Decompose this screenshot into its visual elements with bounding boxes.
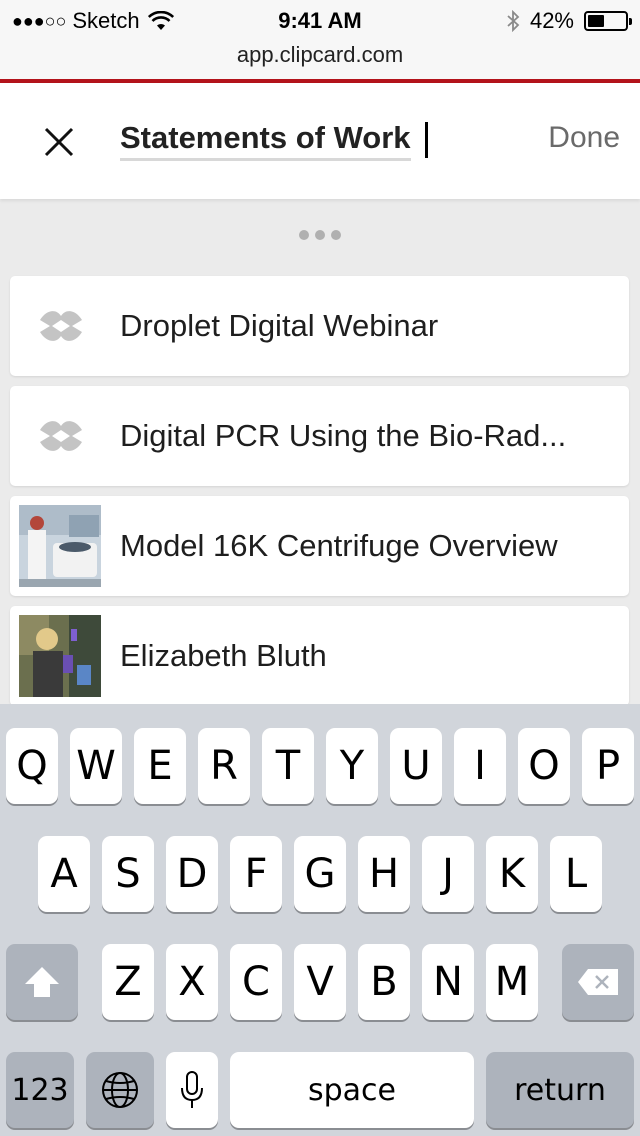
key-t[interactable]: T bbox=[262, 728, 314, 804]
list-item[interactable]: Model 16K Centrifuge Overview bbox=[10, 496, 629, 596]
key-e[interactable]: E bbox=[134, 728, 186, 804]
key-l[interactable]: L bbox=[550, 836, 602, 912]
key-q[interactable]: Q bbox=[6, 728, 58, 804]
list-item[interactable]: Digital PCR Using the Bio-Rad... bbox=[10, 386, 629, 486]
title-input-text: Statements of Work bbox=[120, 120, 411, 161]
status-bar: ●●●○○ Sketch 9:41 AM 42% app.clipcard.co… bbox=[0, 0, 640, 80]
numbers-key[interactable]: 123 bbox=[6, 1052, 74, 1128]
centrifuge-thumbnail bbox=[19, 505, 101, 587]
shift-icon bbox=[25, 967, 59, 997]
globe-key[interactable] bbox=[86, 1052, 154, 1128]
key-j[interactable]: J bbox=[422, 836, 474, 912]
key-k[interactable]: K bbox=[486, 836, 538, 912]
key-g[interactable]: G bbox=[294, 836, 346, 912]
key-y[interactable]: Y bbox=[326, 728, 378, 804]
onscreen-keyboard: Q W E R T Y U I O P A S D F G H J K L Z … bbox=[0, 704, 640, 1136]
key-h[interactable]: H bbox=[358, 836, 410, 912]
backspace-key[interactable] bbox=[562, 944, 634, 1020]
person-thumbnail bbox=[19, 615, 101, 697]
url-bar[interactable]: app.clipcard.com bbox=[0, 42, 640, 68]
key-i[interactable]: I bbox=[454, 728, 506, 804]
done-button[interactable]: Done bbox=[548, 121, 620, 155]
clipcard-logo-icon bbox=[40, 311, 82, 341]
battery-percentage: 42% bbox=[529, 8, 574, 33]
list-item[interactable]: Elizabeth Bluth bbox=[10, 606, 629, 706]
key-b[interactable]: B bbox=[358, 944, 410, 1020]
key-s[interactable]: S bbox=[102, 836, 154, 912]
key-z[interactable]: Z bbox=[102, 944, 154, 1020]
key-n[interactable]: N bbox=[422, 944, 474, 1020]
clipcard-logo-icon bbox=[40, 421, 82, 451]
dictation-key[interactable] bbox=[166, 1052, 218, 1128]
list-item-label: Digital PCR Using the Bio-Rad... bbox=[120, 418, 567, 453]
key-x[interactable]: X bbox=[166, 944, 218, 1020]
key-m[interactable]: M bbox=[486, 944, 538, 1020]
key-f[interactable]: F bbox=[230, 836, 282, 912]
title-input[interactable]: Statements of Work bbox=[120, 117, 428, 163]
key-v[interactable]: V bbox=[294, 944, 346, 1020]
search-header: Statements of Work Done bbox=[0, 83, 640, 199]
key-p[interactable]: P bbox=[582, 728, 634, 804]
bluetooth-icon bbox=[507, 10, 520, 32]
key-r[interactable]: R bbox=[198, 728, 250, 804]
backspace-icon bbox=[578, 969, 618, 995]
list-item-label: Model 16K Centrifuge Overview bbox=[120, 528, 558, 563]
key-w[interactable]: W bbox=[70, 728, 122, 804]
key-c[interactable]: C bbox=[230, 944, 282, 1020]
more-options-icon[interactable] bbox=[0, 230, 640, 240]
list-item[interactable]: Droplet Digital Webinar bbox=[10, 276, 629, 376]
return-key[interactable]: return bbox=[486, 1052, 634, 1128]
microphone-icon bbox=[181, 1071, 203, 1108]
shift-key[interactable] bbox=[6, 944, 78, 1020]
globe-icon bbox=[102, 1072, 138, 1108]
battery-icon bbox=[584, 11, 632, 31]
key-o[interactable]: O bbox=[518, 728, 570, 804]
list-item-label: Droplet Digital Webinar bbox=[120, 308, 439, 343]
text-caret bbox=[424, 122, 428, 158]
space-key[interactable]: space bbox=[230, 1052, 474, 1128]
key-u[interactable]: U bbox=[390, 728, 442, 804]
close-icon[interactable] bbox=[34, 117, 84, 167]
list-item-label: Elizabeth Bluth bbox=[120, 638, 327, 673]
results-list: Droplet Digital Webinar Digital PCR Usin… bbox=[10, 276, 629, 716]
key-d[interactable]: D bbox=[166, 836, 218, 912]
key-a[interactable]: A bbox=[38, 836, 90, 912]
